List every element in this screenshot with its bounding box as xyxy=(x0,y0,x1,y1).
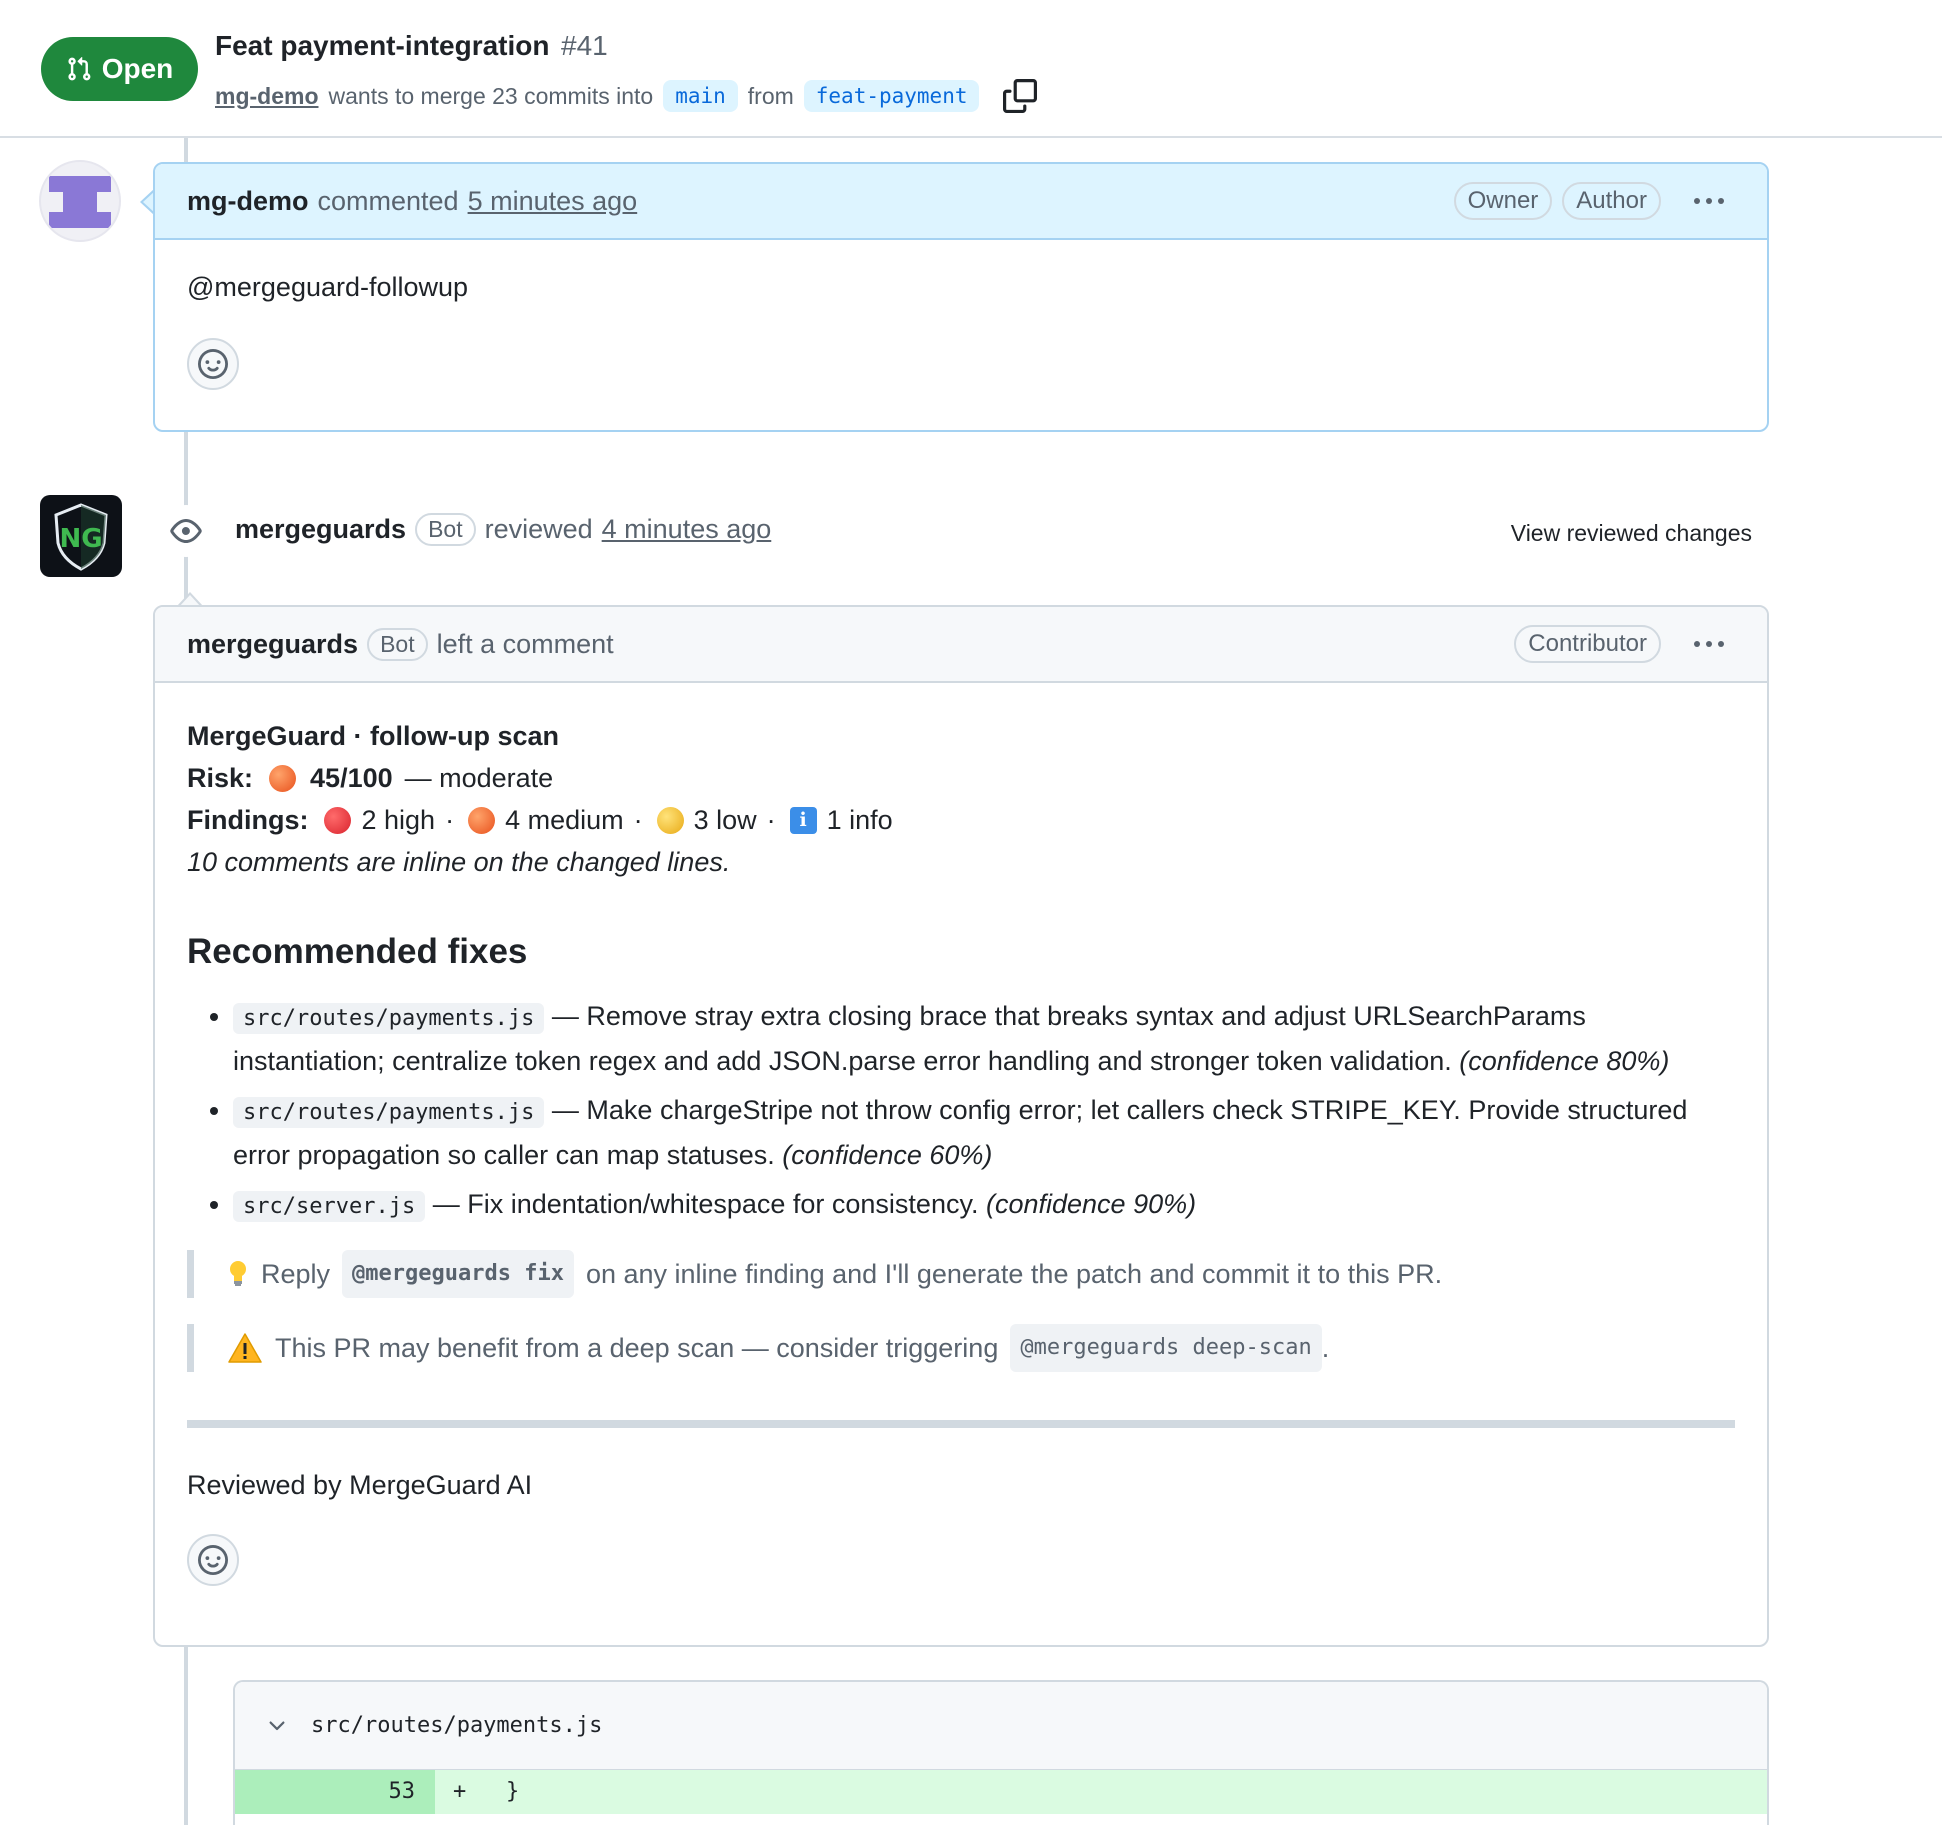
red-circle-icon xyxy=(324,806,352,834)
head-branch[interactable]: feat-payment xyxy=(803,80,980,112)
warning-command: @mergeguards deep-scan xyxy=(1010,1324,1322,1372)
comment-action: left a comment xyxy=(436,628,614,659)
comment-header: mergeguards Bot left a comment Contribut… xyxy=(155,607,1767,683)
diff-snippet: src/routes/payments.js 53 + } xyxy=(233,1680,1769,1825)
light-bulb-icon xyxy=(227,1259,249,1289)
medium-count: 4 medium xyxy=(505,805,624,835)
comment-card: mg-demo commented 5 minutes ago Owner Au… xyxy=(153,162,1769,432)
owner-label: Owner xyxy=(1453,182,1553,220)
pr-header: Open Feat payment-integration #41 mg-dem… xyxy=(0,0,1942,138)
review-action: reviewed xyxy=(484,514,593,544)
high-count: 2 high xyxy=(361,805,436,835)
info-count: 1 info xyxy=(826,805,893,835)
pr-state-label: Open xyxy=(101,53,174,84)
chevron-down-icon[interactable] xyxy=(265,1714,289,1738)
view-reviewed-changes-link[interactable]: View reviewed changes xyxy=(1511,520,1752,547)
yellow-circle-icon xyxy=(656,806,684,834)
risk-label: Risk: xyxy=(187,763,254,793)
fix-file: src/routes/payments.js xyxy=(233,1097,545,1128)
risk-score: 45/100 xyxy=(310,763,393,793)
review-time[interactable]: 4 minutes ago xyxy=(602,514,772,545)
separator: · xyxy=(766,805,776,835)
diff-line-code: + } xyxy=(435,1770,1767,1814)
list-item: src/routes/payments.js — Remove stray ex… xyxy=(233,995,1735,1083)
bot-label: Bot xyxy=(367,627,428,661)
pr-state-badge: Open xyxy=(41,37,198,101)
smiley-icon[interactable] xyxy=(187,338,239,390)
fix-file: src/server.js xyxy=(233,1191,426,1222)
bot-avatar[interactable]: NG xyxy=(40,495,122,577)
eye-icon xyxy=(160,505,212,557)
separator: · xyxy=(445,805,455,835)
fix-file: src/routes/payments.js xyxy=(233,1003,545,1034)
orange-circle-icon xyxy=(468,806,496,834)
diff-line: 53 + } xyxy=(235,1770,1767,1814)
pr-title: Feat payment-integration xyxy=(215,30,550,61)
comment-header-actions: Contributor xyxy=(1514,624,1735,664)
warning-suffix: . xyxy=(1321,1333,1330,1363)
warning-icon xyxy=(227,1332,263,1364)
orange-circle-icon xyxy=(269,764,297,792)
comment-body: @mergeguard-followup xyxy=(155,240,1767,422)
warning-prefix: This PR may benefit from a deep scan — c… xyxy=(275,1333,999,1363)
reviewed-by-footer: Reviewed by MergeGuard AI xyxy=(187,1470,533,1500)
pr-author-link[interactable]: mg-demo xyxy=(215,83,319,110)
diff-line-number[interactable]: 53 xyxy=(235,1770,435,1814)
comment-action: commented xyxy=(317,185,459,216)
tip-command: @mergeguards fix xyxy=(342,1250,574,1298)
risk-line: Risk: 45/100 — moderate xyxy=(187,757,1735,799)
svg-text:NG: NG xyxy=(59,524,102,554)
kebab-horizontal-icon[interactable] xyxy=(1683,181,1735,221)
review-comment-card: mergeguards Bot left a comment Contribut… xyxy=(153,605,1769,1647)
comment-header: mg-demo commented 5 minutes ago Owner Au… xyxy=(155,164,1767,240)
review-author[interactable]: mergeguards xyxy=(235,514,406,545)
kebab-horizontal-icon[interactable] xyxy=(1683,624,1735,664)
fixes-list: src/routes/payments.js — Remove stray ex… xyxy=(187,995,1735,1228)
tip-prefix: Reply xyxy=(261,1259,331,1289)
review-event: mergeguards Bot reviewed 4 minutes ago xyxy=(235,513,771,546)
tip-suffix: on any inline finding and I'll generate … xyxy=(585,1259,1443,1289)
separator: · xyxy=(633,805,643,835)
comment-header-actions: Owner Author xyxy=(1453,181,1735,221)
info-icon: i xyxy=(789,806,817,834)
comment-author[interactable]: mergeguards xyxy=(187,629,358,660)
diff-file-path[interactable]: src/routes/payments.js xyxy=(311,1713,602,1738)
comment-time[interactable]: 5 minutes ago xyxy=(468,186,638,217)
fixes-heading: Recommended fixes xyxy=(187,932,528,971)
git-pull-request-icon xyxy=(66,54,92,84)
comment-text: @mergeguard-followup xyxy=(187,272,469,302)
findings-line: Findings: 2 high · 4 medium · 3 low · i … xyxy=(187,799,1735,841)
fix-confidence: (confidence 60%) xyxy=(782,1140,993,1170)
list-item: src/server.js — Fix indentation/whitespa… xyxy=(233,1183,1735,1228)
copy-icon[interactable] xyxy=(1003,79,1038,113)
comment-body: MergeGuard · follow-up scan Risk: 45/100… xyxy=(155,683,1767,1618)
findings-label: Findings: xyxy=(187,805,309,835)
bot-label: Bot xyxy=(415,513,476,546)
from-text: from xyxy=(747,82,794,109)
fix-confidence: (confidence 80%) xyxy=(1459,1046,1670,1076)
divider xyxy=(187,1420,1735,1428)
diff-header[interactable]: src/routes/payments.js xyxy=(235,1682,1767,1770)
pr-meta: mg-demo wants to merge 23 commits into m… xyxy=(215,78,1038,114)
base-branch[interactable]: main xyxy=(663,80,738,112)
inline-note: 10 comments are inline on the changed li… xyxy=(187,847,731,877)
low-count: 3 low xyxy=(693,805,757,835)
author-label: Author xyxy=(1562,182,1661,220)
tip-quote: Reply @mergeguards fix on any inline fin… xyxy=(187,1250,1735,1298)
risk-text: — moderate xyxy=(404,763,554,793)
merge-text: wants to merge 23 commits into xyxy=(328,82,654,109)
scan-title: MergeGuard · follow-up scan xyxy=(187,721,560,751)
smiley-icon[interactable] xyxy=(187,1534,239,1586)
fix-text: — Fix indentation/whitespace for consist… xyxy=(432,1189,979,1219)
contributor-label: Contributor xyxy=(1514,625,1661,663)
list-item: src/routes/payments.js — Make chargeStri… xyxy=(233,1089,1735,1177)
pr-number: #41 xyxy=(561,30,608,61)
fix-confidence: (confidence 90%) xyxy=(985,1189,1197,1219)
comment-author[interactable]: mg-demo xyxy=(187,186,309,217)
avatar[interactable] xyxy=(39,160,121,242)
warning-quote: This PR may benefit from a deep scan — c… xyxy=(187,1324,1735,1372)
